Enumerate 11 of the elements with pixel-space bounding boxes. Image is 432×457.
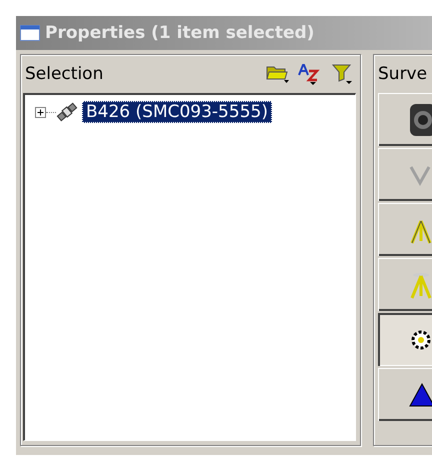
filter-icon[interactable] [332,63,354,85]
window-icon [20,25,40,41]
panel-title: Surve [378,64,428,84]
tree-item[interactable]: B426 (SMC093-5555) [82,101,272,123]
camera-icon [408,102,432,138]
folder-icon[interactable] [266,64,290,84]
panel-title: Selection [25,64,104,84]
satellite-icon [56,102,78,122]
window-title: Properties (1 item selected) [45,23,314,43]
triangle-icon [408,382,432,408]
expand-icon[interactable] [35,106,46,118]
